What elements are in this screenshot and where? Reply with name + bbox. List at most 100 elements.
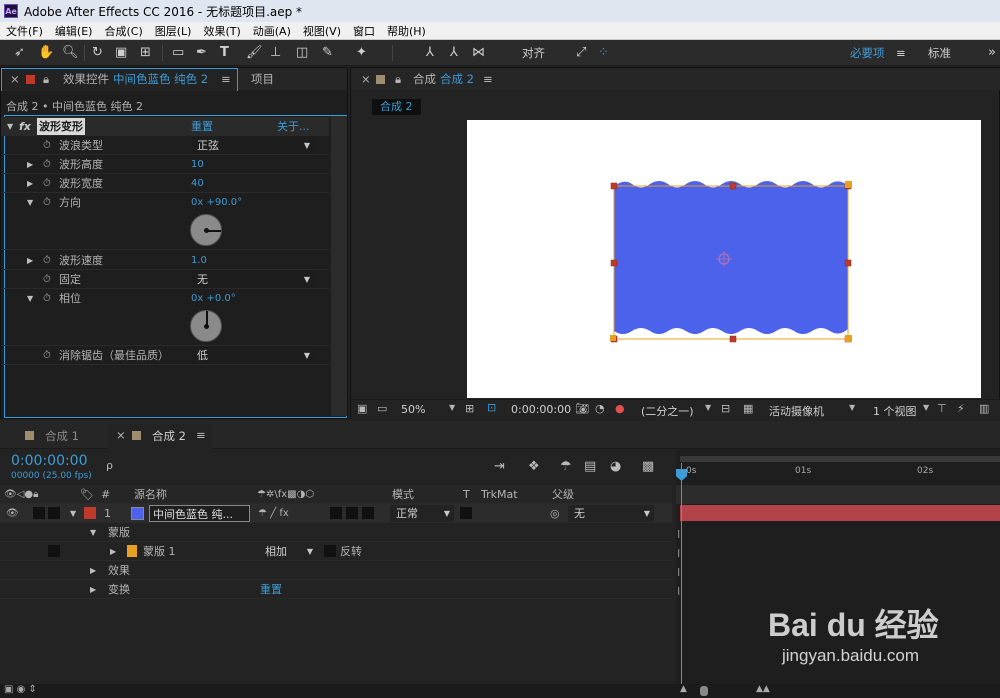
about-link[interactable]: 关于... [277, 117, 310, 136]
transform-group-row[interactable]: ▶ 变换 重置 [0, 580, 672, 599]
layer-mode-dropdown[interactable]: 正常 [390, 505, 454, 522]
stopwatch-icon[interactable]: ⏱ [43, 193, 51, 212]
snap-features-icon[interactable]: ⁘ [598, 44, 609, 62]
layer-switches-icons[interactable]: ☂ ╱ fx [258, 504, 289, 523]
expand-triangle-icon[interactable]: ▶ [90, 561, 96, 580]
audio-switch[interactable] [33, 507, 45, 519]
menu-layer[interactable]: 图层(L) [149, 23, 198, 39]
close-tab-icon[interactable]: × [361, 68, 371, 90]
stopwatch-icon[interactable]: ⏱ [43, 174, 51, 193]
comp-mini-flowchart-icon[interactable]: ⇥ [494, 459, 505, 474]
effect-controls-tab[interactable]: 效果控件 [63, 68, 109, 90]
view-axis-icon[interactable]: ⋈ [472, 44, 485, 62]
zoom-out-icon[interactable]: ▲ [680, 684, 687, 694]
effect-header-row[interactable]: ▼ fx 波形变形 重置 关于... [1, 117, 329, 136]
layer-row[interactable]: 👁︎ ▼ 1 中间色蓝色 纯... ☂ ╱ fx 正常 ◎ 无 [0, 504, 672, 523]
resolution-value[interactable]: (二分之一) [641, 403, 694, 419]
rectangle-tool-icon[interactable]: ▭ [172, 44, 184, 62]
mask-name[interactable]: 蒙版 1 [143, 542, 176, 561]
wave-type-dropdown[interactable]: 正弦 [191, 137, 314, 154]
timeline-timecode[interactable]: 0:00:00:00 [11, 453, 88, 469]
world-axis-icon[interactable]: ⅄ [450, 44, 458, 62]
workspace-more-icon[interactable]: » [988, 44, 996, 62]
collapse-triangle-icon[interactable]: ▼ [27, 289, 33, 308]
hand-tool-icon[interactable]: ✋ [38, 44, 54, 62]
region-of-interest-icon[interactable]: ⊟ [721, 402, 730, 415]
pen-tool-icon[interactable]: ✒ [196, 44, 207, 62]
stopwatch-icon[interactable]: ⏱ [43, 346, 51, 365]
rotate-tool-icon[interactable]: ↻ [92, 44, 103, 62]
composition-tab-name[interactable]: 合成 2 [440, 68, 474, 90]
eraser-tool-icon[interactable]: ◫ [296, 44, 308, 62]
menu-view[interactable]: 视图(V) [297, 23, 347, 39]
always-preview-icon[interactable]: ▣ [357, 402, 367, 415]
label-color-swatch[interactable] [84, 507, 96, 519]
pinning-dropdown[interactable]: 无 [191, 271, 314, 288]
wave-height-value[interactable]: 10 [191, 155, 204, 174]
phase-angle-dial[interactable] [190, 310, 222, 342]
close-tab-icon[interactable]: × [116, 428, 126, 442]
collapse-triangle-icon[interactable]: ▼ [90, 523, 96, 542]
layer-duration-bar[interactable] [680, 505, 1000, 521]
stopwatch-icon[interactable]: ⏱ [43, 251, 51, 270]
monitor-icon[interactable]: ▭ [377, 402, 387, 415]
lock-icon[interactable]: 🔒︎ [395, 68, 401, 90]
stopwatch-icon[interactable]: ⏱ [43, 155, 51, 174]
current-time-indicator[interactable] [681, 463, 682, 698]
pan-behind-tool-icon[interactable]: ⊞ [140, 44, 151, 62]
work-area-bar[interactable] [676, 485, 1000, 504]
camera-tool-icon[interactable]: ▣ [115, 44, 127, 62]
direction-angle-dial[interactable] [190, 214, 222, 246]
expand-triangle-icon[interactable]: ▶ [110, 542, 116, 561]
mask-invert-checkbox[interactable] [324, 545, 336, 557]
menu-effect[interactable]: 效果(T) [197, 23, 246, 39]
panel-menu-icon[interactable]: ≡ [196, 428, 206, 442]
chevron-down-icon[interactable]: ▼ [923, 403, 929, 412]
transparency-grid-icon[interactable]: ⊡ [487, 401, 496, 414]
selection-tool-icon[interactable]: ➶ [14, 44, 25, 62]
parent-dropdown[interactable]: 无 [568, 505, 654, 522]
view-layout-value[interactable]: 1 个视图 [873, 403, 917, 419]
workspace-standard[interactable]: 标准 [928, 44, 951, 62]
frame-blending-icon[interactable]: ▤ [584, 459, 596, 474]
scrollbar[interactable] [331, 116, 347, 416]
comp-navigator-chip[interactable]: 合成 2 [372, 99, 421, 115]
menu-help[interactable]: 帮助(H) [381, 23, 432, 39]
switch-box[interactable] [362, 507, 374, 519]
stopwatch-icon[interactable]: ⏱ [43, 289, 51, 308]
local-axis-icon[interactable]: ⅄ [426, 44, 434, 62]
wave-speed-value[interactable]: 1.0 [191, 251, 207, 270]
menu-file[interactable]: 文件(F) [0, 23, 49, 39]
safe-margins-icon[interactable]: ⊞ [465, 402, 474, 415]
magnification-value[interactable]: 50% [401, 403, 425, 416]
collapse-triangle-icon[interactable]: ▼ [27, 193, 33, 212]
draft-3d-icon[interactable]: ❖ [528, 459, 540, 474]
comp-viewer[interactable] [467, 120, 981, 398]
shy-icon[interactable]: ☂︎ [560, 459, 572, 474]
zoom-tool-icon[interactable]: 🔍︎ [62, 44, 79, 62]
fx-icon[interactable]: fx [19, 117, 31, 136]
puppet-pin-tool-icon[interactable]: ✦ [356, 44, 367, 62]
zoom-in-icon[interactable]: ▲▲ [756, 684, 770, 694]
show-snapshot-icon[interactable]: ◔ [595, 402, 605, 415]
roto-brush-tool-icon[interactable]: ✎ [322, 44, 333, 62]
checkerboard-icon[interactable]: ▦ [743, 402, 753, 415]
graph-editor-icon[interactable]: ▩ [642, 459, 654, 474]
lock-icon[interactable]: 🔒︎ [43, 68, 49, 90]
expand-triangle-icon[interactable]: ▶ [27, 155, 33, 174]
time-navigator[interactable] [680, 456, 1000, 462]
preserve-transparency-checkbox[interactable] [460, 507, 472, 519]
expand-triangle-icon[interactable]: ▶ [27, 251, 33, 270]
current-time-value[interactable]: 0:00:00:00 [511, 403, 571, 416]
effects-group-row[interactable]: ▶ 效果 [0, 561, 672, 580]
effect-name[interactable]: 波形变形 [37, 118, 85, 135]
camera-view-value[interactable]: 活动摄像机 [769, 403, 824, 419]
type-tool-icon[interactable]: T [220, 44, 229, 62]
clone-stamp-tool-icon[interactable]: ⊥ [270, 44, 281, 62]
phase-value[interactable]: 0x +0.0° [191, 289, 236, 308]
chevron-down-icon[interactable]: ▼ [849, 403, 855, 412]
timeline-tab-comp1[interactable]: 合成 1 [45, 428, 79, 444]
chevron-down-icon[interactable]: ▼ [705, 403, 711, 412]
fast-previews-icon[interactable]: ⚡︎ [957, 402, 965, 415]
zoom-slider[interactable] [700, 686, 708, 696]
